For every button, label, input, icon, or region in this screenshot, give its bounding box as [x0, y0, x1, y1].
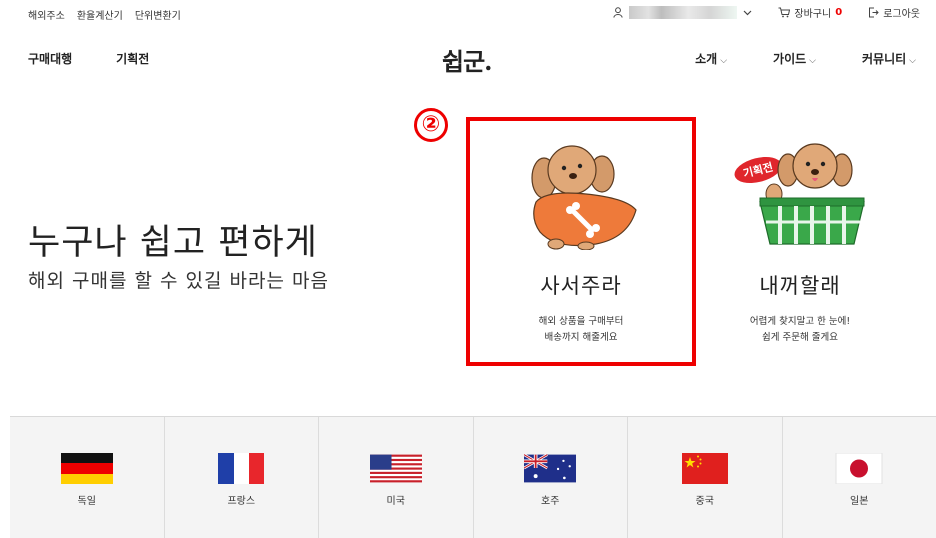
country-strip: 독일 프랑스 미국 호주 중국 일본 [10, 416, 936, 538]
site-logo[interactable]: 쉽군. [442, 42, 493, 77]
annotation-number: ② [414, 108, 448, 142]
japan-flag-icon [835, 453, 883, 484]
main-nav: 구매대행 기획전 쉽군. 소개 ⌵ 가이드 ⌵ 커뮤니티 ⌵ [0, 40, 936, 80]
nav-about-label: 소개 [695, 52, 718, 66]
nav-about[interactable]: 소개 ⌵ [695, 50, 727, 67]
nav-community[interactable]: 커뮤니티 ⌵ [862, 50, 916, 67]
user-icon [613, 7, 624, 18]
country-name: 프랑스 [227, 496, 256, 507]
card-desc-line: 어렵게 찾지말고 한 눈에! [749, 316, 851, 327]
dog-with-pillow-illustration [531, 145, 637, 250]
logout-icon [869, 7, 879, 18]
cart-icon [778, 7, 791, 18]
card-desc-line: 쉽게 주문해 줄게요 [762, 332, 838, 343]
country-china[interactable]: 중국 [628, 417, 783, 538]
chevron-down-icon [743, 10, 752, 15]
country-france[interactable]: 프랑스 [165, 417, 319, 538]
country-japan[interactable]: 일본 [783, 417, 936, 538]
card-description: 해외 상품을 구매부터 배송까지 해줄게요 [481, 314, 681, 346]
service-card-want-it[interactable]: 기획전 내꺼할래 어렵게 찾지말고 한 눈에! 쉽게 주문해 줄게요 [700, 140, 900, 346]
hero-title: 누구나 쉽고 편하게 [28, 223, 318, 263]
country-name: 일본 [850, 496, 869, 507]
country-germany[interactable]: 독일 [10, 417, 165, 538]
country-name: 미국 [386, 496, 405, 507]
link-unit-converter[interactable]: 단위변환기 [135, 7, 181, 22]
hero-subtitle: 해외 구매를 할 수 있길 바라는 마음 [28, 270, 329, 292]
country-name: 중국 [695, 496, 714, 507]
logout-link[interactable]: 로그아웃 [868, 5, 920, 20]
card-title: 내꺼할래 [759, 274, 841, 298]
nav-purchase-agency[interactable]: 구매대행 [28, 50, 72, 67]
chevron-down-icon: ⌵ [720, 56, 728, 66]
link-exchange-calculator[interactable]: 환율계산기 [77, 7, 123, 22]
utility-bar: 해외주소 환율계산기 단위변환기 장바구니 0 로그아웃 [0, 0, 936, 28]
utility-actions: 장바구니 0 로그아웃 [613, 5, 920, 20]
country-usa[interactable]: 미국 [319, 417, 474, 538]
australia-flag-icon [524, 453, 577, 483]
france-flag-icon [218, 453, 265, 484]
cart-label: 장바구니 [794, 9, 832, 20]
card-title: 사서주라 [540, 274, 622, 298]
dog-in-basket-illustration: 기획전 [734, 143, 865, 245]
nav-right: 소개 ⌵ 가이드 ⌵ 커뮤니티 ⌵ [695, 50, 916, 67]
nav-exhibitions[interactable]: 기획전 [116, 50, 149, 67]
cart-count-badge: 0 [835, 7, 843, 18]
username-redacted [629, 6, 738, 19]
nav-guide[interactable]: 가이드 ⌵ [773, 50, 816, 67]
country-name: 호주 [541, 496, 560, 507]
country-australia[interactable]: 호주 [474, 417, 628, 538]
card-desc-line: 해외 상품을 구매부터 [538, 316, 624, 327]
germany-flag-icon [60, 453, 113, 484]
chevron-down-icon: ⌵ [809, 56, 816, 66]
link-overseas-address[interactable]: 해외주소 [28, 7, 65, 22]
page: 해외주소 환율계산기 단위변환기 장바구니 0 로그아웃 구매대행 기획전 쉽군… [0, 0, 936, 538]
card-description: 어렵게 찾지말고 한 눈에! 쉽게 주문해 줄게요 [700, 314, 900, 346]
usa-flag-icon [369, 454, 422, 483]
china-flag-icon [681, 453, 728, 484]
card-desc-line: 배송까지 해줄게요 [544, 332, 618, 343]
utility-links: 해외주소 환율계산기 단위변환기 [28, 7, 181, 22]
nav-community-label: 커뮤니티 [862, 52, 907, 66]
cart-link[interactable]: 장바구니 0 [778, 5, 842, 20]
chevron-down-icon: ⌵ [909, 56, 916, 66]
logout-label: 로그아웃 [883, 9, 920, 20]
user-menu[interactable] [613, 6, 752, 19]
country-name: 독일 [77, 496, 96, 507]
service-card-buy-for-me[interactable]: 사서주라 해외 상품을 구매부터 배송까지 해줄게요 [481, 140, 681, 346]
nav-guide-label: 가이드 [773, 52, 807, 66]
nav-left: 구매대행 기획전 [28, 50, 149, 67]
